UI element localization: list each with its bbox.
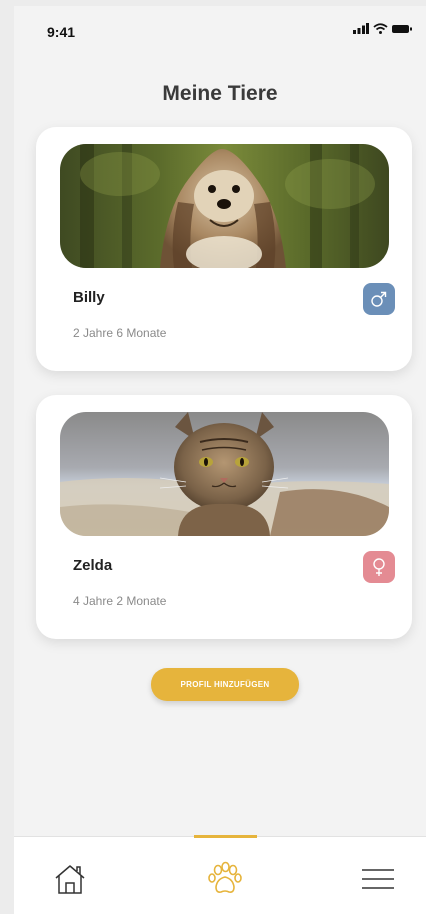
wifi-icon [373,23,388,34]
pet-name: Zelda [73,557,113,574]
battery-icon [392,24,412,33]
status-icons [353,23,412,34]
gender-badge [363,551,395,583]
pet-age: 4 Jahre 2 Monate [73,594,167,608]
paw-icon [208,861,242,893]
app-screen: 9:41 Meine Tiere Billy 2 Jahre 6 Monate … [14,6,426,914]
pet-card-zelda[interactable]: Zelda 4 Jahre 2 Monate [36,395,412,639]
tab-home[interactable] [48,857,92,901]
add-profile-button[interactable]: PROFIL HINZUFÜGEN [151,668,299,701]
tab-pets[interactable] [203,857,247,901]
status-time: 9:41 [47,24,76,40]
gender-badge [363,283,395,315]
cat-photo [60,412,389,536]
pet-card-billy[interactable]: Billy 2 Jahre 6 Monate [36,127,412,371]
female-icon [373,558,385,576]
pet-age: 2 Jahre 6 Monate [73,326,167,340]
signal-icon [353,23,369,34]
male-icon [371,291,387,307]
pet-name: Billy [73,289,105,306]
status-bar: 9:41 [14,6,426,50]
page-title: Meine Tiere [162,82,278,105]
dog-photo [60,144,389,268]
tab-menu[interactable] [356,857,400,901]
menu-icon [362,869,394,889]
home-icon [55,865,85,894]
active-tab-indicator [194,835,257,838]
tab-bar [14,835,426,914]
